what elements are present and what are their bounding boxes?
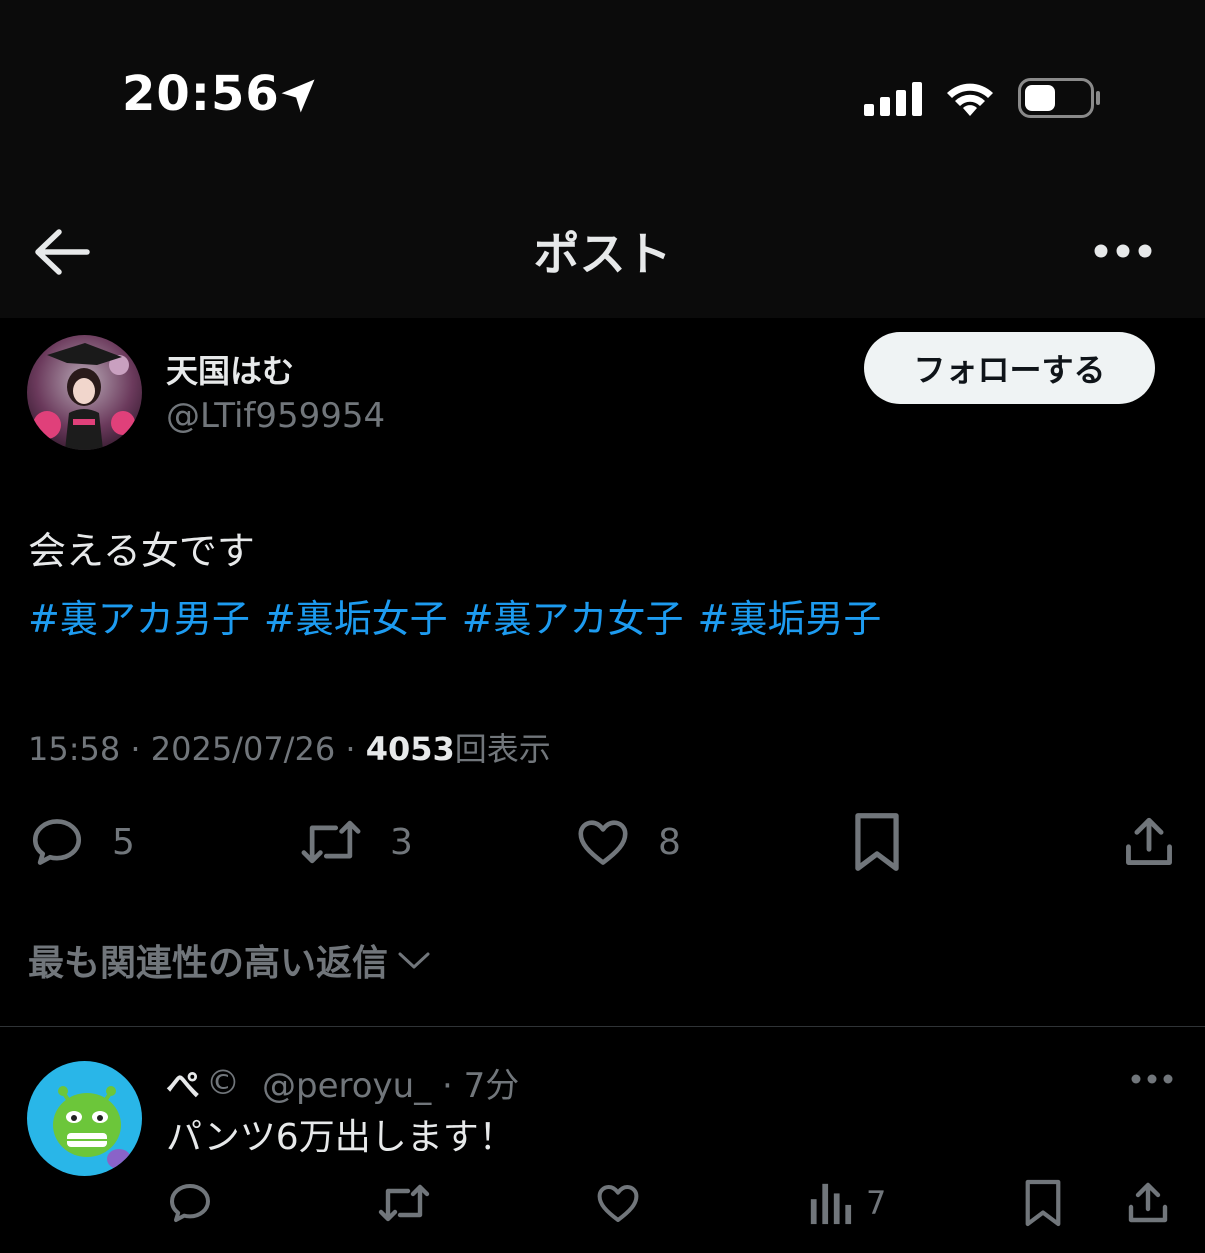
status-time: 20:56 — [122, 66, 280, 122]
page-title: ポスト — [533, 227, 672, 281]
author-handle[interactable]: @LTif959954 — [166, 396, 385, 436]
reply-action[interactable]: 5 — [28, 810, 135, 874]
divider — [0, 1026, 1205, 1027]
reply-repost-action[interactable] — [376, 1176, 432, 1230]
hashtag-link[interactable]: #裏垢女子 — [264, 597, 448, 641]
reply-bookmark-action[interactable] — [1022, 1176, 1064, 1230]
reply-views-action[interactable]: 7 — [808, 1176, 886, 1230]
avatar-image — [27, 335, 142, 450]
repost-count: 3 — [390, 821, 413, 863]
reply-count: 5 — [112, 821, 135, 863]
more-options-icon[interactable] — [1092, 242, 1154, 260]
reply-handle-time[interactable]: @peroyu_ · 7分 — [262, 1058, 519, 1107]
follow-button[interactable]: フォローする — [864, 332, 1155, 404]
bookmark-icon — [1025, 1179, 1061, 1227]
reply-avatar-image — [27, 1061, 142, 1176]
repost-icon — [378, 1184, 430, 1222]
hashtag-list: #裏アカ男子 #裏垢女子 #裏アカ女子 #裏垢男子 — [28, 588, 895, 643]
share-action[interactable] — [1120, 810, 1178, 874]
reply-author-avatar[interactable] — [27, 1061, 142, 1176]
reply-icon — [32, 819, 82, 865]
repost-icon — [301, 820, 361, 864]
post-timestamp: 15:58 · 2025/07/26 · — [28, 730, 366, 768]
repost-action[interactable]: 3 — [298, 810, 413, 874]
top-bar: 20:56 ポスト — [0, 0, 1205, 318]
share-icon — [1128, 1182, 1168, 1223]
heart-icon — [597, 1185, 639, 1222]
views-label: 回表示 — [454, 730, 551, 768]
reply-text: パンツ6万出します！ — [166, 1117, 515, 1158]
reply-share-action[interactable] — [1124, 1176, 1172, 1230]
like-action[interactable]: 8 — [574, 810, 681, 874]
hashtag-link[interactable]: #裏アカ男子 — [28, 597, 250, 641]
author-name[interactable]: 天国はむ — [166, 346, 294, 392]
share-icon — [1126, 817, 1172, 865]
hashtag-link[interactable]: #裏アカ女子 — [462, 597, 684, 641]
reply-reply-action[interactable] — [166, 1176, 214, 1230]
battery-icon — [1018, 78, 1100, 118]
analytics-icon — [810, 1183, 852, 1225]
bookmark-action[interactable] — [850, 810, 904, 874]
author-avatar[interactable] — [27, 335, 142, 450]
cellular-signal-icon — [864, 82, 922, 116]
reply-icon — [170, 1184, 210, 1222]
hashtag-link[interactable]: #裏垢男子 — [698, 597, 882, 641]
reply-header: ぺ © @peroyu_ · 7分 — [166, 1058, 519, 1107]
like-count: 8 — [658, 821, 681, 863]
reply-more-options-icon[interactable] — [1130, 1072, 1174, 1086]
reply-author-badge: © — [206, 1062, 240, 1103]
replies-sort-dropdown[interactable]: 最も関連性の高い返信 — [28, 934, 432, 986]
replies-sort-label: 最も関連性の高い返信 — [28, 943, 389, 984]
heart-icon — [578, 820, 628, 865]
location-arrow-icon — [281, 79, 315, 113]
post-text: 会える女です — [28, 529, 255, 573]
reply-like-action[interactable] — [594, 1176, 642, 1230]
reply-views-count: 7 — [866, 1184, 887, 1222]
reply-author-name[interactable]: ぺ — [166, 1058, 200, 1107]
bookmark-icon — [855, 813, 899, 871]
chevron-down-icon — [398, 952, 430, 969]
post-meta: 15:58 · 2025/07/26 · 4053回表示 — [28, 724, 551, 770]
views-count: 4053 — [365, 730, 455, 768]
wifi-icon — [947, 83, 993, 116]
